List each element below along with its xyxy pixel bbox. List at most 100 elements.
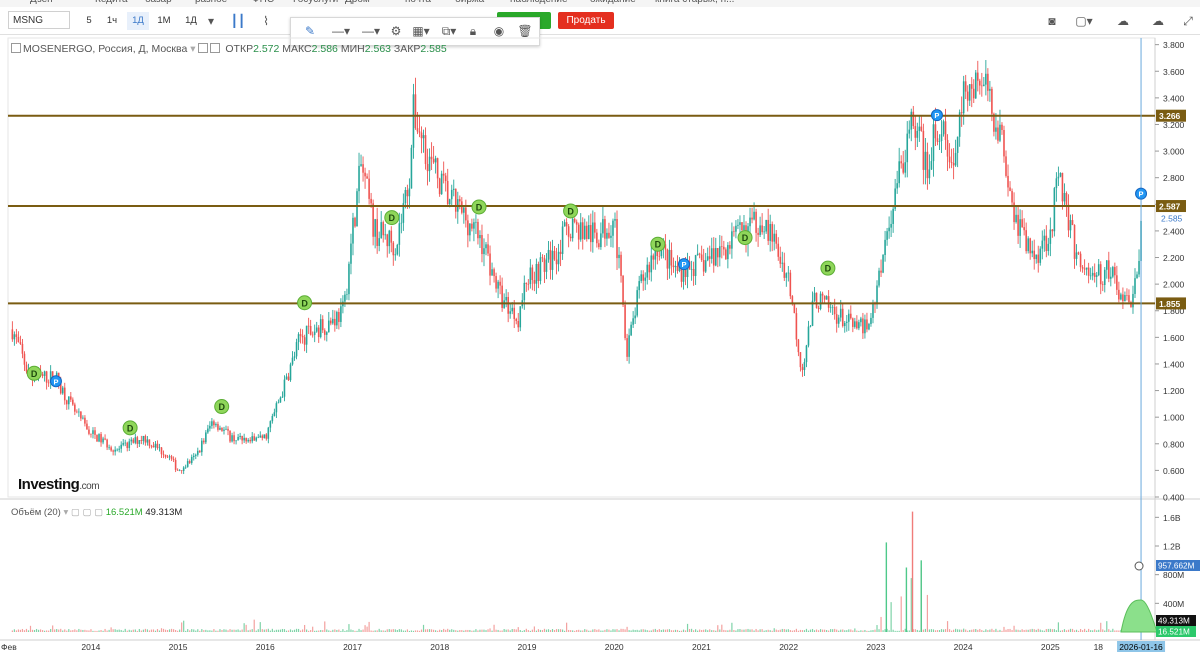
candle-body [428, 156, 431, 172]
candle-body [213, 421, 215, 426]
cursor-handle[interactable] [1134, 561, 1144, 571]
volume-bar [356, 630, 358, 632]
volume-bar [745, 629, 747, 632]
volume-bar [1023, 629, 1025, 632]
collapse-icon[interactable] [11, 43, 21, 53]
volume-settings-icons[interactable]: ▾ ▢ ▢ ▢ [63, 507, 105, 518]
volume-bar [543, 628, 546, 632]
volume-bar [330, 630, 332, 632]
volume-bar [817, 630, 820, 632]
volume-bar [1045, 629, 1047, 632]
volume-bar [1029, 629, 1031, 632]
candle-body [1003, 130, 1005, 157]
candle-body [860, 318, 862, 323]
candle-body [13, 334, 16, 340]
volume-bar [223, 629, 225, 632]
volume-bar [928, 629, 931, 632]
candle-body [323, 330, 326, 335]
volume-bar [297, 628, 300, 632]
candle-body [106, 439, 108, 448]
volume-bar [959, 629, 961, 632]
chevron-down-icon[interactable]: ▾ [190, 43, 198, 55]
candle-body [594, 222, 596, 233]
candle-body [104, 438, 106, 440]
volume-bar [1053, 629, 1055, 632]
volume-bar [322, 630, 324, 632]
candle-body [1083, 268, 1086, 270]
volume-bar [775, 629, 777, 632]
volume-bar [503, 629, 505, 632]
volume-bar [211, 630, 213, 632]
candle-body [803, 362, 806, 371]
volume-bar [805, 628, 808, 632]
volume-bar [388, 629, 390, 632]
candle-body [1021, 219, 1023, 228]
volume-bar [1071, 628, 1074, 632]
candle-body [207, 428, 209, 433]
volume-bar [979, 628, 981, 632]
volume-bar [852, 630, 854, 632]
candle-body [934, 124, 937, 139]
volume-bar [791, 630, 793, 632]
x-tick-label: Фев [1, 642, 17, 652]
candle-body [563, 222, 566, 227]
volume-bar [62, 630, 64, 632]
volume-bar [455, 630, 457, 632]
candle-body [493, 269, 495, 277]
candle-body [731, 231, 733, 249]
candle-body [948, 156, 951, 163]
close-box-icon[interactable] [210, 43, 221, 53]
volume-bar [874, 629, 876, 632]
candle-body [146, 439, 149, 443]
settings-box-icon[interactable] [198, 43, 209, 53]
volume-bar [1084, 628, 1086, 632]
volume-bar [332, 629, 334, 632]
volume-bar [517, 627, 519, 632]
volume-bar [346, 630, 348, 632]
volume-bar [271, 628, 273, 632]
price-chart[interactable]: 3.8003.6003.4003.2003.0002.8002.6002.400… [0, 0, 1200, 652]
volume-bar [437, 630, 439, 632]
candle-body [515, 318, 518, 322]
volume-bar [815, 629, 818, 632]
candle-body [618, 254, 620, 259]
candle-body [229, 430, 231, 442]
volume-bar [870, 630, 872, 632]
volume-bar [181, 622, 183, 632]
candle-body [41, 374, 44, 376]
volume-bar [773, 628, 775, 632]
candle-body [136, 437, 139, 444]
candle-body [1005, 156, 1007, 176]
candle-body [549, 249, 552, 270]
volume-bar [570, 630, 572, 632]
volume-bar [753, 630, 755, 632]
volume-bar [884, 629, 886, 632]
volume-bar [80, 629, 82, 632]
candle-body [614, 219, 616, 221]
candle-body [251, 436, 254, 442]
volume-bar [354, 630, 356, 632]
volume-bar [489, 628, 491, 632]
volume-bar [219, 629, 221, 632]
candle-body [854, 321, 856, 327]
volume-bar [561, 629, 564, 632]
volume-bar [1075, 629, 1078, 632]
candle-body [394, 254, 397, 256]
candle-body [942, 121, 945, 135]
volume-bar [209, 630, 211, 632]
volume-bar [946, 621, 949, 632]
volume-bar [269, 630, 271, 632]
dividend-marker-label: D [301, 298, 308, 308]
volume-bar [243, 623, 245, 632]
candle-body [781, 262, 784, 264]
candle-body [962, 81, 965, 114]
candle-body [1053, 188, 1056, 232]
volume-bar [1081, 630, 1084, 632]
volume-bar [195, 630, 197, 632]
candle-body [767, 219, 769, 241]
candle-body [352, 217, 354, 244]
candle-body [120, 444, 122, 449]
dividend-marker-label: D [127, 423, 134, 433]
volume-bar [160, 628, 163, 632]
volume-bar [926, 594, 929, 632]
